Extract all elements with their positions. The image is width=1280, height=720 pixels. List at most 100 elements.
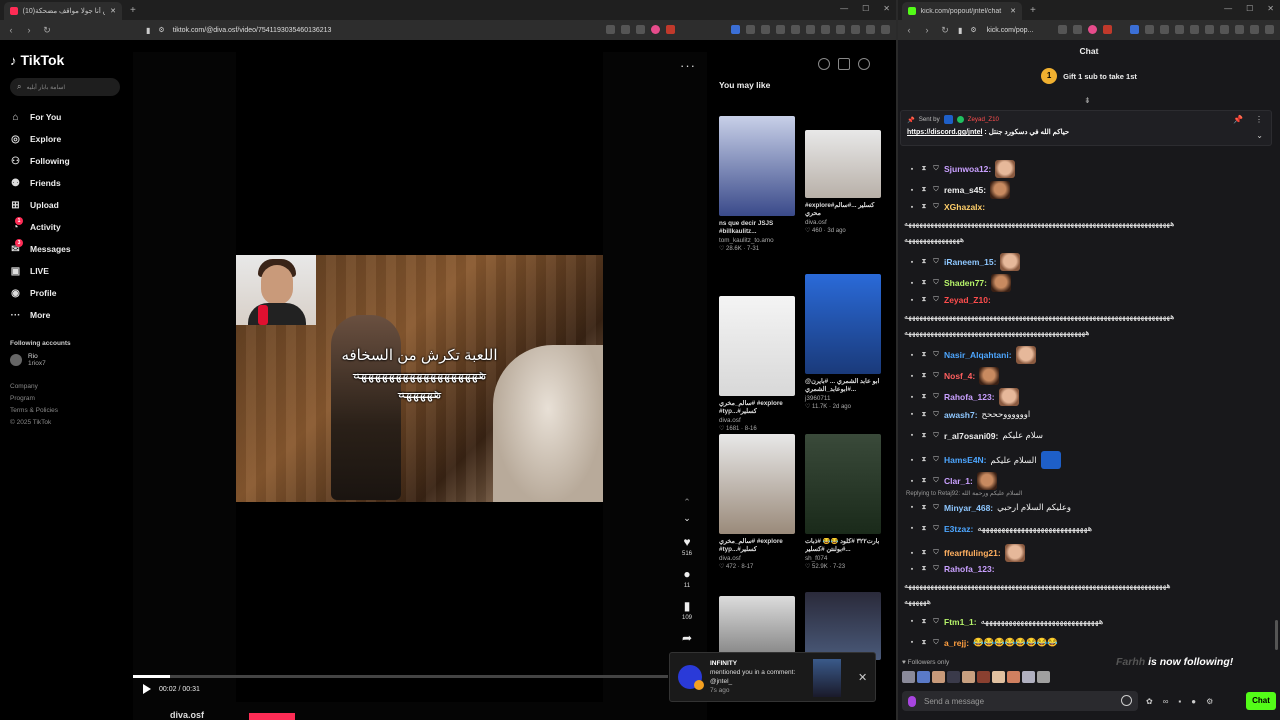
extension-icon[interactable] bbox=[1073, 25, 1082, 34]
chat-username[interactable]: rema_s45: bbox=[944, 185, 986, 195]
sidebar-item-for-you[interactable]: ⌂ For You bbox=[10, 106, 120, 128]
reload-icon[interactable]: ↻ bbox=[940, 25, 950, 36]
chat-scrollbar[interactable] bbox=[1275, 620, 1278, 650]
extension-icon[interactable] bbox=[761, 25, 770, 34]
extension-icon[interactable] bbox=[1205, 25, 1214, 34]
extension-icon[interactable] bbox=[1103, 25, 1112, 34]
timeout-icon[interactable]: ⧗ bbox=[920, 351, 928, 359]
mod-icon[interactable]: ▪ bbox=[908, 259, 916, 266]
extension-icon[interactable] bbox=[1250, 25, 1259, 34]
extension-icon[interactable] bbox=[1190, 25, 1199, 34]
bookmark-icon[interactable]: ▮ bbox=[146, 26, 150, 35]
infinity-icon[interactable]: ∞ bbox=[1163, 697, 1169, 706]
minimize-icon[interactable]: — bbox=[1224, 4, 1232, 13]
extension-icon[interactable] bbox=[1235, 25, 1244, 34]
chat-message[interactable]: ▪ ⧗ ⛉ Rahofa_123: bbox=[908, 388, 1019, 406]
shield-icon[interactable]: ⛉ bbox=[932, 393, 940, 401]
emote-thumbnail[interactable] bbox=[1037, 671, 1050, 683]
forward-icon[interactable]: › bbox=[24, 25, 34, 35]
unpin-icon[interactable]: 📌 bbox=[1233, 115, 1243, 124]
emote-thumbnail[interactable] bbox=[962, 671, 975, 683]
footer-company-link[interactable]: Company bbox=[10, 383, 120, 390]
footer-program-link[interactable]: Program bbox=[10, 395, 120, 402]
chat-input[interactable]: Send a message bbox=[902, 691, 1138, 711]
extension-icon[interactable] bbox=[606, 25, 615, 34]
extension-icon[interactable] bbox=[881, 25, 890, 34]
timeout-icon[interactable]: ⧗ bbox=[920, 456, 928, 464]
play-icon[interactable] bbox=[143, 684, 151, 694]
chat-message[interactable]: ▪ ⧗ ⛉ iRaneem_15: bbox=[908, 253, 1021, 271]
extension-icon[interactable] bbox=[1160, 25, 1169, 34]
extension-icon[interactable] bbox=[1175, 25, 1184, 34]
extension-icon[interactable] bbox=[1130, 25, 1139, 34]
mod-icon[interactable]: ▪ bbox=[908, 204, 916, 211]
chat-username[interactable]: Zeyad_Z10: bbox=[944, 295, 991, 305]
following-account[interactable]: Rio 1riox7 bbox=[10, 353, 120, 367]
new-tab-icon[interactable]: + bbox=[1030, 5, 1036, 16]
chat-message[interactable]: ▪ ⧗ ⛉ Rahofa_123: bbox=[908, 564, 995, 574]
scroll-down-icon[interactable]: ⌄ bbox=[683, 511, 691, 525]
gift-sub-banner[interactable]: 1 Gift 1 sub to take 1st bbox=[898, 68, 1280, 84]
mod-icon[interactable]: ▪ bbox=[908, 166, 916, 173]
timeout-icon[interactable]: ⧗ bbox=[920, 411, 928, 419]
emote-thumbnail[interactable] bbox=[992, 671, 1005, 683]
mod-icon[interactable]: ▪ bbox=[908, 566, 916, 573]
extension-icon[interactable] bbox=[776, 25, 785, 34]
timeout-icon[interactable]: ⧗ bbox=[920, 618, 928, 626]
emote-icon[interactable]: ● bbox=[1191, 697, 1196, 706]
timeout-icon[interactable]: ⧗ bbox=[920, 372, 928, 380]
extension-icon[interactable] bbox=[1265, 25, 1274, 34]
timeout-icon[interactable]: ⧗ bbox=[920, 186, 928, 194]
new-tab-icon[interactable]: + bbox=[130, 5, 136, 16]
mod-icon[interactable]: ▪ bbox=[908, 411, 916, 418]
forward-icon[interactable]: › bbox=[922, 25, 932, 35]
recommendation-card[interactable]: ابو عابد الشمري ... #بايرن@ ...#ابوعابد_… bbox=[805, 274, 881, 410]
maximize-icon[interactable]: ☐ bbox=[862, 4, 869, 13]
mod-icon[interactable]: ▪ bbox=[908, 373, 916, 380]
zoom-icon[interactable] bbox=[1058, 25, 1067, 34]
shield-icon[interactable]: ⛉ bbox=[932, 411, 940, 419]
chat-username[interactable]: HamsE4N: bbox=[944, 455, 987, 465]
settings-icon[interactable] bbox=[858, 58, 870, 70]
share-icon[interactable]: ➦ bbox=[682, 631, 692, 645]
emote-thumbnail[interactable] bbox=[947, 671, 960, 683]
chat-username[interactable]: Minyar_468: bbox=[944, 503, 993, 513]
emote-thumbnail[interactable] bbox=[917, 671, 930, 683]
chat-message[interactable]: ▪ ⧗ ⛉ ffearffuling21: bbox=[908, 544, 1025, 562]
mod-icon[interactable]: ▪ bbox=[908, 550, 916, 557]
chat-message[interactable]: ▪ ⧗ ⛉ HamsE4N: السلام عليكم bbox=[908, 451, 1061, 469]
extension-icon[interactable] bbox=[746, 25, 755, 34]
timeout-icon[interactable]: ⧗ bbox=[920, 565, 928, 573]
chat-message[interactable]: ▪ ⧗ ⛉ Nosf_4: bbox=[908, 367, 1000, 385]
extension-icon[interactable] bbox=[666, 25, 675, 34]
mod-icon[interactable]: ▪ bbox=[908, 457, 916, 464]
recommendation-card[interactable]: بارت٣٢٢ #كلود 😂😂 #ذبات ...#بولنتن #كسلير… bbox=[805, 434, 881, 570]
shield-icon[interactable]: ⛉ bbox=[932, 525, 940, 533]
timeout-icon[interactable]: ⧗ bbox=[920, 165, 928, 173]
extension-icon[interactable] bbox=[821, 25, 830, 34]
search-input[interactable]: ⌕ اسامة بابار أبليه bbox=[10, 78, 120, 96]
bookmark-icon[interactable]: ▮ bbox=[684, 599, 691, 613]
recommendation-card[interactable]: سالم_مخري# #explore #typ...#كسلير diva.os… bbox=[719, 434, 795, 570]
footer-terms-link[interactable]: Terms & Policies bbox=[10, 407, 120, 414]
chat-message[interactable]: ▪ ⧗ ⛉ E3tzaz: ههههههههههههههههههههههههههههه bbox=[908, 523, 1092, 534]
site-info-icon[interactable]: ⚙ bbox=[158, 26, 164, 34]
shield-icon[interactable]: ⛉ bbox=[932, 296, 940, 304]
chat-message[interactable]: ▪ ⧗ ⛉ Sjunwoa12: bbox=[908, 160, 1016, 178]
close-window-icon[interactable]: ✕ bbox=[1267, 4, 1274, 13]
sidebar-item-activity[interactable]: ◔ 1 Activity bbox=[10, 216, 120, 238]
mod-icon[interactable]: ▪ bbox=[908, 432, 916, 439]
address-bar[interactable]: kick.com/pop... bbox=[987, 27, 1034, 34]
extension-icon[interactable] bbox=[806, 25, 815, 34]
mute-icon[interactable] bbox=[818, 58, 830, 70]
timeout-icon[interactable]: ⧗ bbox=[920, 279, 928, 287]
mention-notification[interactable]: INFINITY mentioned you in a comment: @jn… bbox=[669, 652, 876, 702]
shield-icon[interactable]: ⛉ bbox=[932, 258, 940, 266]
shield-icon[interactable]: ⛉ bbox=[932, 165, 940, 173]
shield-icon[interactable]: ⛉ bbox=[932, 549, 940, 557]
emote-thumbnail[interactable] bbox=[977, 671, 990, 683]
chat-username[interactable]: Rahofa_123: bbox=[944, 392, 995, 402]
chat-message[interactable]: ▪ ⧗ ⛉ rema_s45: bbox=[908, 181, 1011, 199]
timeout-icon[interactable]: ⧗ bbox=[920, 549, 928, 557]
follow-button[interactable] bbox=[249, 713, 295, 720]
